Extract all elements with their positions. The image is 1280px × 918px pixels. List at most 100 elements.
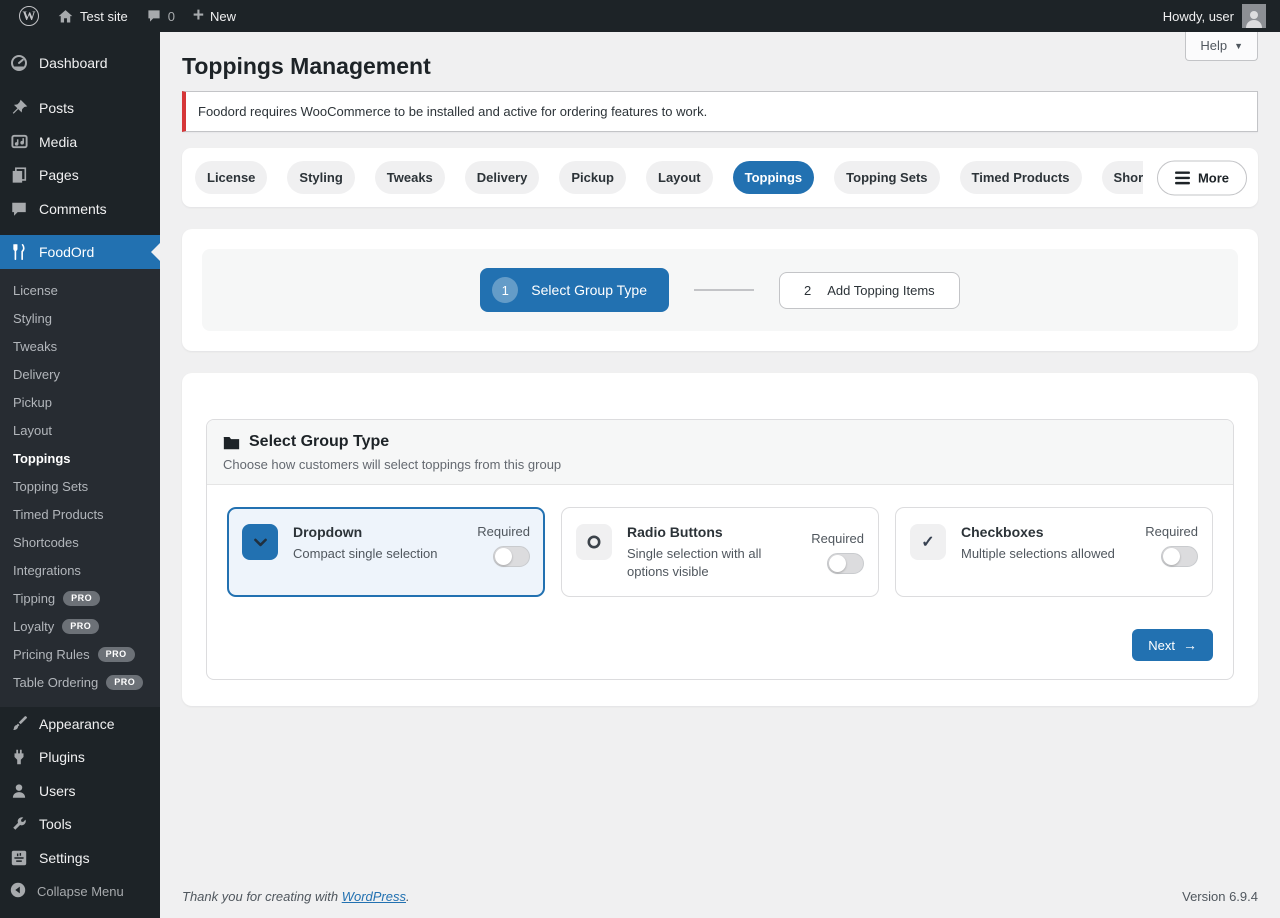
tabs-row: License Styling Tweaks Delivery Pickup L…: [195, 161, 1143, 194]
submenu-item-shortcodes[interactable]: Shortcodes: [0, 529, 160, 557]
plug-icon: [9, 747, 29, 767]
submenu-item-delivery[interactable]: Delivery: [0, 361, 160, 389]
sidebar-item-label: Comments: [39, 201, 107, 217]
admin-bar: W Test site 0 + New Howdy, user: [0, 0, 1280, 32]
wrench-icon: [9, 814, 29, 834]
checkmark-icon: ✓: [910, 524, 946, 560]
sidebar-item-label: Posts: [39, 100, 74, 116]
option-card-dropdown[interactable]: Dropdown Compact single selection Requir…: [227, 507, 545, 597]
submenu-item-pickup[interactable]: Pickup: [0, 389, 160, 417]
step-1-select-group-type[interactable]: 1 Select Group Type: [480, 268, 669, 312]
sidebar-item-tools[interactable]: Tools: [0, 807, 160, 841]
wp-logo-menu[interactable]: W: [10, 0, 48, 32]
active-menu-arrow: [151, 243, 160, 261]
submenu-item-integrations[interactable]: Integrations: [0, 557, 160, 585]
fork-knife-icon: [9, 242, 29, 262]
new-menu[interactable]: + New: [184, 0, 245, 32]
tab-timed-products[interactable]: Timed Products: [960, 161, 1082, 194]
submenu-item-toppings[interactable]: Toppings: [0, 445, 160, 473]
submenu-item-layout[interactable]: Layout: [0, 417, 160, 445]
arrow-right-icon: →: [1183, 637, 1197, 653]
stepper-panel: 1 Select Group Type 2 Add Topping Items: [202, 249, 1238, 331]
tab-license[interactable]: License: [195, 161, 267, 194]
sidebar-item-settings[interactable]: Settings: [0, 841, 160, 875]
comments-count: 0: [168, 9, 175, 24]
user-icon: [9, 781, 29, 801]
required-toggle[interactable]: [827, 553, 864, 574]
sidebar-item-media[interactable]: Media: [0, 125, 160, 159]
submenu-item-styling[interactable]: Styling: [0, 305, 160, 333]
sidebar-item-dashboard[interactable]: Dashboard: [0, 46, 160, 80]
submenu-item-topping-sets[interactable]: Topping Sets: [0, 473, 160, 501]
step-connector-line: [694, 289, 754, 291]
option-desc: Single selection with all options visibl…: [627, 545, 787, 580]
sidebar-item-comments[interactable]: Comments: [0, 192, 160, 226]
submenu-item-loyalty[interactable]: LoyaltyPRO: [0, 613, 160, 641]
admin-footer: Thank you for creating with WordPress. V…: [182, 879, 1258, 918]
tab-shortcodes[interactable]: Shortcodes: [1102, 161, 1143, 194]
tab-layout[interactable]: Layout: [646, 161, 713, 194]
submenu-item-license[interactable]: License: [0, 277, 160, 305]
option-desc: Compact single selection: [293, 545, 462, 563]
required-toggle[interactable]: [493, 546, 530, 567]
tab-topping-sets[interactable]: Topping Sets: [834, 161, 939, 194]
group-type-subtitle: Choose how customers will select topping…: [223, 457, 1217, 472]
page-title: Toppings Management: [182, 32, 1258, 80]
group-type-section: Select Group Type Choose how customers w…: [182, 373, 1258, 706]
option-title: Radio Buttons: [627, 524, 796, 540]
tab-styling[interactable]: Styling: [287, 161, 354, 194]
pro-badge: PRO: [106, 675, 143, 690]
collapse-icon: [9, 881, 27, 902]
collapse-menu-label: Collapse Menu: [37, 884, 124, 899]
sidebar-item-users[interactable]: Users: [0, 774, 160, 808]
more-tabs-button[interactable]: More: [1157, 160, 1247, 195]
comments-bubble[interactable]: 0: [137, 0, 184, 32]
option-title: Checkboxes: [961, 524, 1130, 540]
sidebar-item-foodord[interactable]: FoodOrd: [0, 235, 160, 269]
avatar[interactable]: [1242, 4, 1266, 28]
sidebar-item-label: FoodOrd: [39, 244, 94, 260]
tab-tweaks[interactable]: Tweaks: [375, 161, 445, 194]
comments-icon: [9, 199, 29, 219]
footer-thanks: Thank you for creating with WordPress.: [182, 889, 410, 904]
submenu-item-timed-products[interactable]: Timed Products: [0, 501, 160, 529]
site-name-link[interactable]: Test site: [48, 0, 137, 32]
sidebar-item-label: Media: [39, 134, 77, 150]
wordpress-link[interactable]: WordPress: [342, 889, 406, 904]
media-icon: [9, 132, 29, 152]
tab-delivery[interactable]: Delivery: [465, 161, 540, 194]
sidebar-item-posts[interactable]: Posts: [0, 91, 160, 125]
howdy-user[interactable]: Howdy, user: [1163, 9, 1234, 24]
site-name-label: Test site: [80, 9, 128, 24]
submenu-item-pricing-rules[interactable]: Pricing RulesPRO: [0, 641, 160, 669]
sidebar-item-appearance[interactable]: Appearance: [0, 707, 160, 741]
sidebar-item-pages[interactable]: Pages: [0, 158, 160, 192]
new-label: New: [210, 9, 236, 24]
pushpin-icon: [9, 98, 29, 118]
step-2-add-topping-items[interactable]: 2 Add Topping Items: [779, 272, 960, 309]
option-card-checkboxes[interactable]: ✓ Checkboxes Multiple selections allowed…: [895, 507, 1213, 597]
sidebar-item-label: Tools: [39, 816, 72, 832]
next-button[interactable]: Next →: [1132, 629, 1213, 661]
admin-sidebar: Dashboard Posts Media Pages Commen: [0, 32, 160, 918]
tab-toppings[interactable]: Toppings: [733, 161, 815, 194]
step-1-number: 1: [492, 277, 518, 303]
help-button[interactable]: Help ▼: [1185, 32, 1258, 61]
sidebar-item-label: Appearance: [39, 716, 115, 732]
sidebar-item-label: Users: [39, 783, 76, 799]
required-label: Required: [811, 531, 864, 546]
required-toggle[interactable]: [1161, 546, 1198, 567]
pro-badge: PRO: [62, 619, 99, 634]
option-card-radio-buttons[interactable]: Radio Buttons Single selection with all …: [561, 507, 879, 597]
folder-icon: [223, 435, 240, 450]
required-label: Required: [477, 524, 530, 539]
submenu-item-tipping[interactable]: TippingPRO: [0, 585, 160, 613]
tab-pickup[interactable]: Pickup: [559, 161, 626, 194]
group-type-title: Select Group Type: [249, 433, 389, 451]
submenu-item-tweaks[interactable]: Tweaks: [0, 333, 160, 361]
submenu-item-table-ordering[interactable]: Table OrderingPRO: [0, 669, 160, 697]
collapse-menu-button[interactable]: Collapse Menu: [0, 875, 160, 909]
woocommerce-notice: Foodord requires WooCommerce to be insta…: [182, 91, 1258, 132]
brush-icon: [9, 714, 29, 734]
sidebar-item-plugins[interactable]: Plugins: [0, 740, 160, 774]
